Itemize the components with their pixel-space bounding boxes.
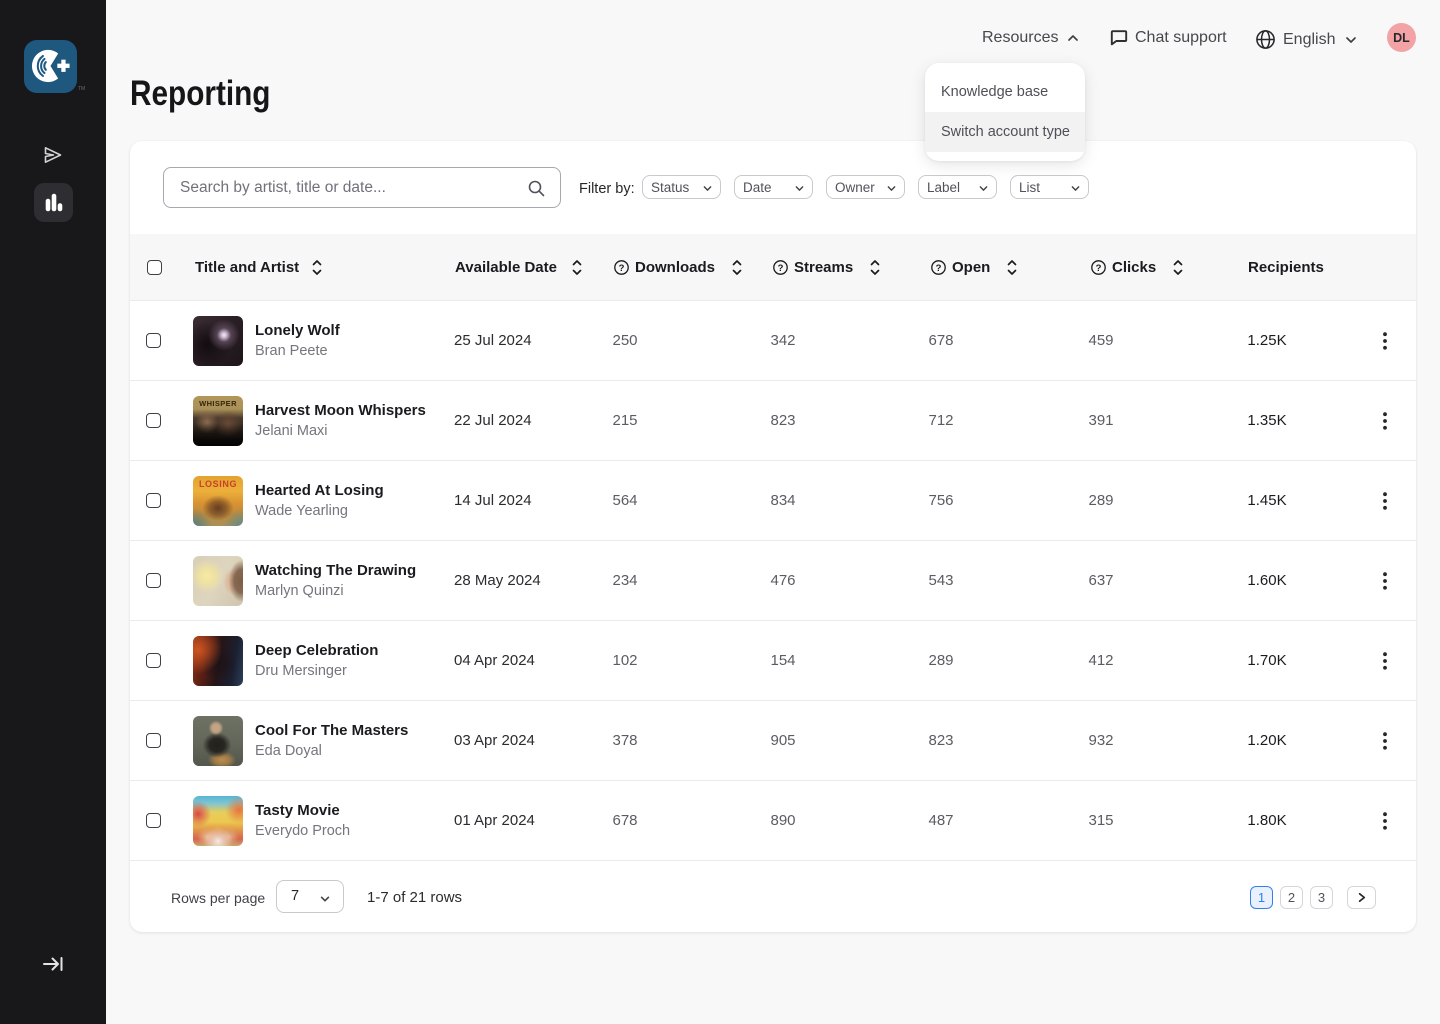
svg-text:?: ? bbox=[619, 262, 625, 273]
svg-text:?: ? bbox=[1096, 262, 1102, 273]
svg-text:?: ? bbox=[936, 262, 942, 273]
svg-text:?: ? bbox=[778, 262, 784, 273]
